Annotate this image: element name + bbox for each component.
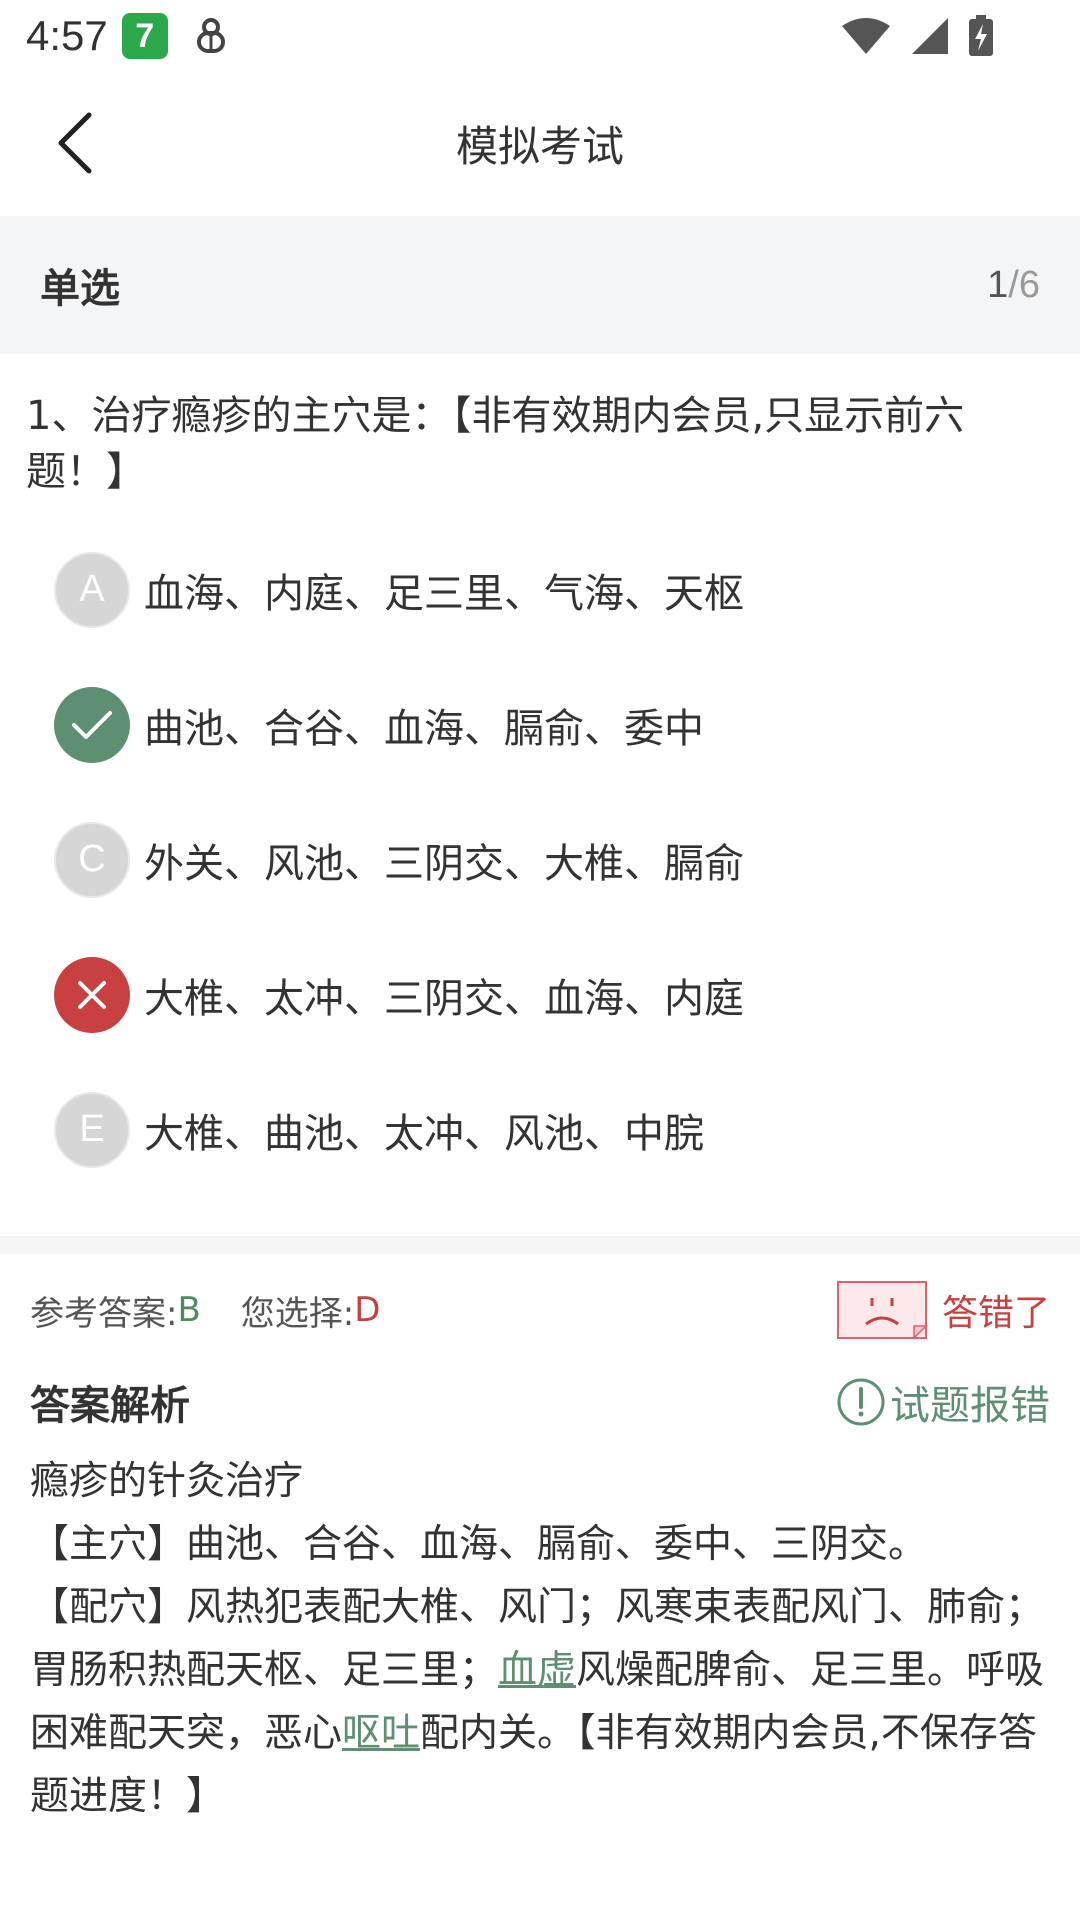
analysis-line: 【主穴】曲池、合谷、血海、膈俞、委中、三阴交。 (30, 1522, 928, 1567)
option-text: 曲池、合谷、血海、膈俞、委中 (144, 705, 704, 752)
analysis-paragraph: 【配穴】风热犯表配大椎、风门；风寒束表配风门、肺俞；胃肠积热配天枢、足三里；血虚… (30, 1576, 1050, 1828)
progress-total: 6 (1018, 263, 1040, 306)
option-c[interactable]: C 外关、风池、三阴交、大椎、膈俞 (0, 792, 1080, 927)
wrong-x-icon (54, 956, 130, 1033)
back-button[interactable] (40, 102, 110, 184)
page-title: 模拟考试 (455, 121, 624, 171)
signal-icon (912, 18, 948, 54)
question-text: 1、治疗瘾疹的主穴是：【非有效期内会员,只显示前六题！】 (26, 393, 965, 495)
option-text: 大椎、太冲、三阴交、血海、内庭 (144, 975, 744, 1022)
status-time: 4:57 (26, 12, 108, 59)
option-text: 大椎、曲池、太冲、风池、中脘 (144, 1110, 704, 1157)
wifi-icon (842, 18, 890, 54)
result-text: 答错了 (941, 1293, 1050, 1334)
section-divider (0, 1236, 1080, 1254)
options-list: A 血海、内庭、足三里、气海、天枢 曲池、合谷、血海、膈俞、委中 C 外关、风池… (0, 522, 1080, 1197)
exclamation-circle-icon (837, 1378, 885, 1426)
selected-answer-value: D (354, 1290, 381, 1330)
question-type: 单选 (40, 266, 120, 312)
sad-face-icon (836, 1281, 928, 1340)
option-e[interactable]: E 大椎、曲池、太冲、风池、中脘 (0, 1062, 1080, 1197)
progress-separator: / (1008, 263, 1019, 306)
option-a[interactable]: A 血海、内庭、足三里、气海、天枢 (0, 522, 1080, 657)
report-error-button[interactable]: 试题报错 (836, 1373, 1050, 1431)
option-d[interactable]: 大椎、太冲、三阴交、血海、内庭 (0, 927, 1080, 1062)
status-icons (840, 15, 994, 57)
question-type-bar: 单选 1/6 (0, 216, 1080, 354)
question-progress: 1/6 (987, 264, 1040, 307)
analysis-line: 瘾疹的针灸治疗 (30, 1459, 304, 1504)
selected-answer-label: 您选择: (240, 1293, 355, 1334)
app-7-icon: 7 (121, 13, 168, 59)
battery-charging-icon (969, 15, 993, 56)
correct-check-icon (54, 686, 130, 763)
status-bar: 4:57 7 (0, 0, 1080, 72)
analysis-body: 瘾疹的针灸治疗 【主穴】曲池、合谷、血海、膈俞、委中、三阴交。 【配穴】风热犯表… (30, 1450, 1050, 1828)
app-header: 模拟考试 (0, 72, 1080, 214)
term-link-outu[interactable]: 呕吐 (342, 1711, 420, 1756)
progress-current: 1 (987, 263, 1009, 306)
analysis-header: 答案解析 试题报错 (30, 1362, 1050, 1442)
analysis-title: 答案解析 (30, 1383, 190, 1429)
option-b[interactable]: 曲池、合谷、血海、膈俞、委中 (0, 657, 1080, 792)
option-letter-badge: C (54, 821, 130, 898)
option-text: 外关、风池、三阴交、大椎、膈俞 (144, 840, 744, 887)
option-text: 血海、内庭、足三里、气海、天枢 (144, 570, 744, 617)
bug-icon (196, 18, 225, 53)
term-link-xuexu[interactable]: 血虚 (498, 1648, 576, 1693)
chevron-left-icon (58, 112, 92, 174)
reference-answer-label: 参考答案: (30, 1293, 178, 1334)
option-letter-badge: E (54, 1091, 130, 1168)
option-letter-badge: A (54, 551, 130, 628)
answer-summary: 参考答案: B 您选择: D 答错了 (30, 1270, 1050, 1350)
report-error-label: 试题报错 (890, 1383, 1050, 1429)
reference-answer-value: B (177, 1290, 201, 1330)
